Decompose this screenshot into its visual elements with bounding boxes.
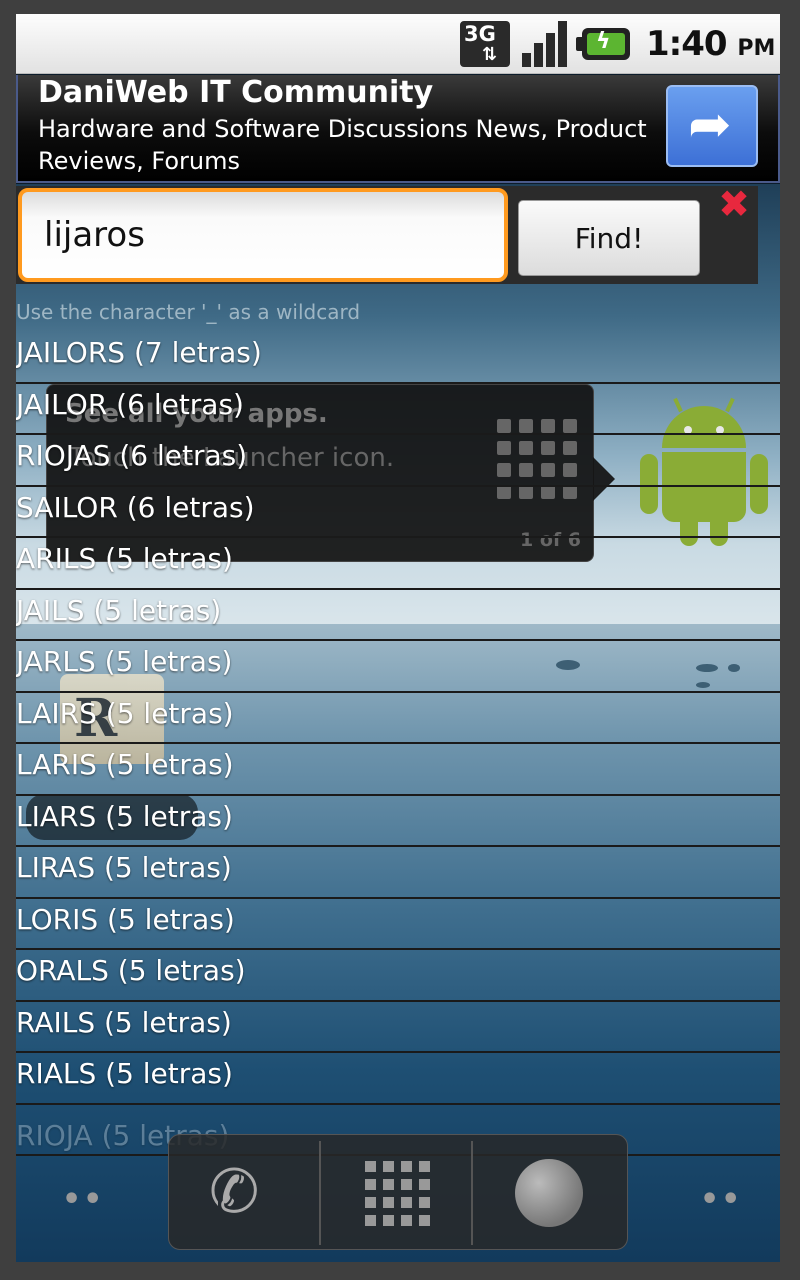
close-icon[interactable]: ✖ [716,185,752,223]
device-frame: 3G ⇅ ϟ 1:40 PM DaniWeb IT Community Hard… [0,0,800,1280]
ad-description: Hardware and Software Discussions News, … [38,115,647,175]
search-bar: Find! [16,186,758,284]
app-drawer-icon[interactable] [365,1161,431,1227]
list-item-label: JAILOR (6 letras) [16,387,244,421]
list-item[interactable]: LIARS (5 letras) [16,796,780,847]
list-item[interactable]: LAIRS (5 letras) [16,693,780,744]
network-3g-icon: 3G ⇅ [460,21,510,67]
result-list: JAILORS (7 letras) JAILOR (6 letras) RIOJA… [16,332,780,1156]
page-dots-right[interactable]: •• [700,1182,742,1217]
phone-icon[interactable]: ✆ [209,1157,259,1227]
list-item[interactable]: RIOJAS (6 letras) [16,435,780,487]
list-item[interactable]: JARLS (5 letras) [16,641,780,693]
clock-ampm: PM [737,36,776,61]
status-bar: 3G ⇅ ϟ 1:40 PM [16,14,780,74]
list-item-label: JARLS (5 letras) [16,645,233,678]
list-item[interactable]: JAILORS (7 letras) [16,332,780,384]
list-item-label: LARIS (5 letras) [16,748,234,781]
screen: 3G ⇅ ϟ 1:40 PM DaniWeb IT Community Hard… [16,14,780,1262]
battery-charging-icon: ϟ [576,28,630,60]
data-arrows-icon: ⇅ [482,44,498,65]
page-dots-left[interactable]: •• [62,1182,104,1217]
list-item-label: JAILORS (7 letras) [16,336,262,369]
list-item[interactable]: RIALS (5 letras) [16,1053,780,1105]
ad-open-button[interactable]: ➦ [666,85,758,167]
list-item[interactable]: ARILS (5 letras) [16,538,780,590]
list-item[interactable]: ORALS (5 letras) [16,950,780,1002]
list-item[interactable]: SAILOR (6 letras) [16,487,780,538]
list-item-label: SAILOR (6 letras) [16,490,255,524]
list-item[interactable]: LIRAS (5 letras) [16,847,780,899]
list-item-label: LIRAS (5 letras) [16,851,232,884]
list-item-label: RIOJAS (6 letras) [16,439,248,472]
list-item-label: ORALS (5 letras) [16,954,246,987]
list-item[interactable]: RAILS (5 letras) [16,1002,780,1053]
clock-time: 1:40 [646,24,728,64]
share-arrow-icon: ➦ [688,95,732,155]
list-item[interactable]: JAILOR (6 letras) [16,384,780,435]
list-item-label: ARILS (5 letras) [16,542,233,575]
list-item-label: LORIS (5 letras) [16,902,235,936]
signal-icon [520,21,570,67]
list-item-label: JAILS (5 letras) [16,593,222,627]
network-type-label: 3G [464,22,496,46]
dock: ✆ [168,1134,628,1250]
find-button[interactable]: Find! [518,200,700,276]
list-item[interactable]: LORIS (5 letras) [16,899,780,950]
list-item-label: LAIRS (5 letras) [16,696,234,730]
ad-banner[interactable]: DaniWeb IT Community Hardware and Softwa… [16,75,780,183]
list-item[interactable]: JAILS (5 letras) [16,590,780,641]
browser-globe-icon[interactable] [515,1159,583,1227]
clock: 1:40 PM [646,24,775,64]
list-item-label: RAILS (5 letras) [16,1005,232,1039]
list-item-label: RIALS (5 letras) [16,1057,233,1090]
ad-title: DaniWeb IT Community [38,75,434,110]
list-item[interactable]: LARIS (5 letras) [16,744,780,796]
wildcard-hint: Use the character '_' as a wildcard [16,300,361,324]
search-input[interactable] [18,188,508,282]
list-item-label: LIARS (5 letras) [16,799,233,833]
